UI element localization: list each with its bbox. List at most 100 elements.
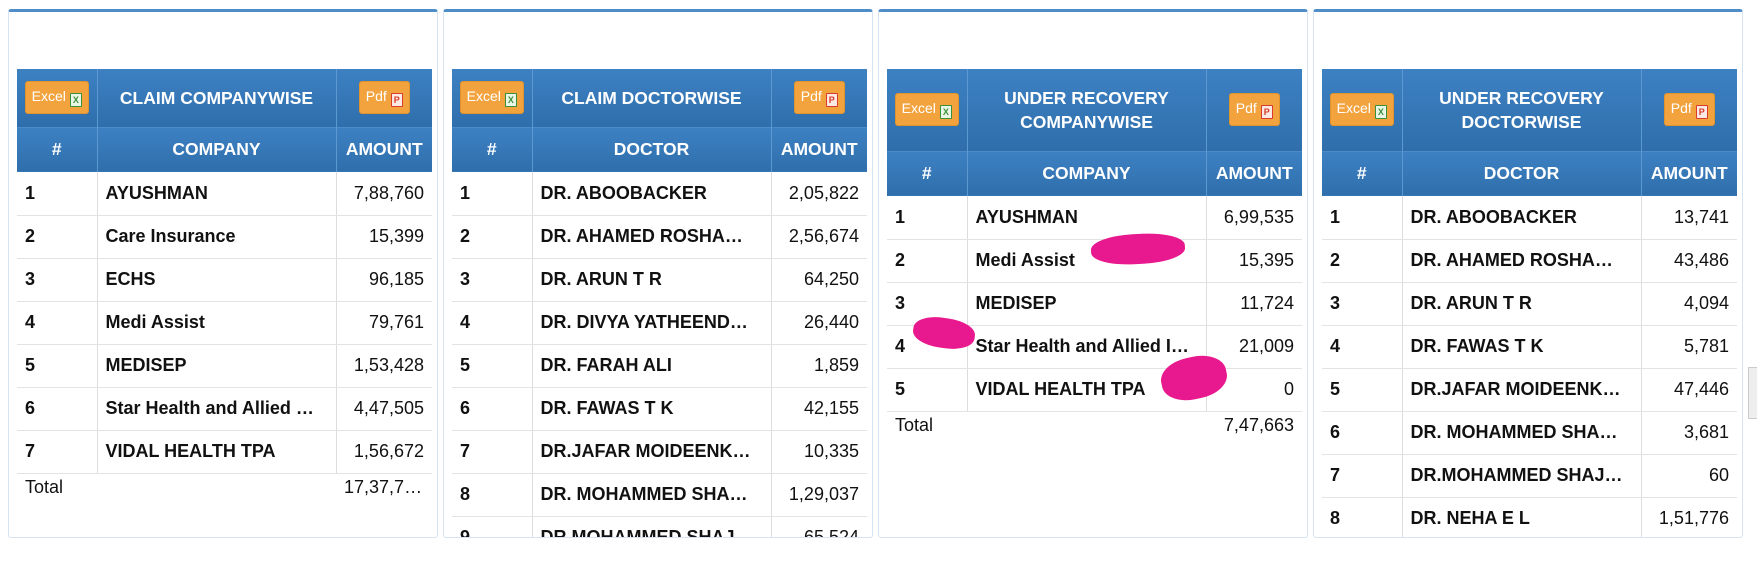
- under-recovery-companywise-panel: Excel X UNDER RECOVERY COMPANYWISE Pdf P #…: [878, 9, 1308, 538]
- row-doctor: DR.MOHAMMED SHAJ…: [1402, 454, 1642, 498]
- table-row[interactable]: 1 AYUSHMAN 6,99,535: [887, 196, 1302, 240]
- table-row[interactable]: 2 DR. AHAMED ROSHA… 43,486: [1322, 239, 1737, 283]
- row-index: 8: [1322, 497, 1403, 537]
- row-company: MEDISEP: [97, 344, 337, 388]
- total-amount: 7,47,663: [1223, 414, 1294, 435]
- row-company: VIDAL HEALTH TPA: [97, 430, 337, 474]
- row-amount: 96,185: [336, 258, 432, 302]
- claim-doctorwise-table: Excel X CLAIM DOCTORWISE Pdf P # DOCTOR AM…: [452, 69, 867, 537]
- row-amount: 79,761: [336, 301, 432, 345]
- pdf-button[interactable]: Pdf P: [358, 81, 410, 115]
- row-index: 4: [452, 301, 533, 345]
- table-row[interactable]: 3 DR. ARUN T R 4,094: [1322, 282, 1737, 326]
- excel-button[interactable]: Excel X: [894, 93, 959, 127]
- pdf-button[interactable]: Pdf P: [1228, 93, 1280, 127]
- table-row[interactable]: 4 Medi Assist 79,761: [17, 301, 432, 345]
- column-header-amount[interactable]: AMOUNT: [336, 126, 432, 172]
- table-row[interactable]: 6 Star Health and Allied … 4,47,505: [17, 387, 432, 431]
- table-row[interactable]: 8 DR. MOHAMMED SHA… 1,29,037: [452, 473, 867, 517]
- row-index: 8: [452, 473, 533, 517]
- row-amount: 42,155: [771, 387, 867, 431]
- pdf-file-icon: P: [825, 93, 838, 108]
- table-row[interactable]: 3 ECHS 96,185: [17, 258, 432, 302]
- total-label: Total: [895, 414, 934, 435]
- claim-companywise-table: Excel X CLAIM COMPANYWISE Pdf P # COMPANY …: [17, 69, 432, 503]
- column-header-company[interactable]: COMPANY: [967, 150, 1207, 196]
- row-doctor: DR.JAFAR MOIDEENK…: [1402, 368, 1642, 412]
- column-header-index[interactable]: #: [17, 126, 98, 172]
- row-amount: 15,395: [1206, 239, 1302, 283]
- pdf-cell: Pdf P: [336, 69, 432, 127]
- row-index: 4: [17, 301, 98, 345]
- table-row[interactable]: 1 DR. ABOOBACKER 2,05,822: [452, 172, 867, 216]
- table-row[interactable]: 5 DR.JAFAR MOIDEENK… 47,446: [1322, 368, 1737, 412]
- column-header-amount[interactable]: AMOUNT: [1641, 150, 1737, 196]
- table-row[interactable]: 5 VIDAL HEALTH TPA 0: [887, 368, 1302, 412]
- row-amount: 1,51,776: [1641, 497, 1737, 537]
- pdf-file-icon: P: [1695, 105, 1708, 120]
- under-recovery-doctorwise-panel: Excel X UNDER RECOVERY DOCTORWISE Pdf P # …: [1313, 9, 1743, 538]
- excel-cell: Excel X: [887, 69, 968, 151]
- row-company: Star Health and Allied I…: [967, 325, 1207, 369]
- table-row[interactable]: 7 DR.MOHAMMED SHAJ… 60: [1322, 454, 1737, 498]
- row-doctor: DR. DIVYA YATHEEND…: [532, 301, 772, 345]
- table-row[interactable]: 6 DR. MOHAMMED SHA… 3,681: [1322, 411, 1737, 455]
- row-amount: 64,250: [771, 258, 867, 302]
- row-index: 3: [17, 258, 98, 302]
- row-index: 1: [452, 172, 533, 216]
- column-header-index[interactable]: #: [452, 126, 533, 172]
- excel-file-icon: X: [1374, 105, 1387, 120]
- excel-file-icon: X: [504, 93, 517, 108]
- table-row[interactable]: 5 MEDISEP 1,53,428: [17, 344, 432, 388]
- panel-title: CLAIM COMPANYWISE: [97, 69, 337, 127]
- row-index: 2: [17, 215, 98, 259]
- excel-file-icon: X: [939, 105, 952, 120]
- table-row[interactable]: 5 DR. FARAH ALI 1,859: [452, 344, 867, 388]
- panel-title: UNDER RECOVERY COMPANYWISE: [967, 69, 1207, 151]
- pdf-file-icon: P: [1260, 105, 1273, 120]
- table-row[interactable]: 4 DR. DIVYA YATHEEND… 26,440: [452, 301, 867, 345]
- row-doctor: DR. NEHA E L: [1402, 497, 1642, 537]
- scrollbar-handle[interactable]: [1748, 367, 1757, 419]
- row-index: 1: [887, 196, 968, 240]
- row-amount: 2,05,822: [771, 172, 867, 216]
- column-header-doctor[interactable]: DOCTOR: [1402, 150, 1642, 196]
- row-company: AYUSHMAN: [97, 172, 337, 216]
- row-doctor: DR. FAWAS T K: [532, 387, 772, 431]
- pdf-button[interactable]: Pdf P: [793, 81, 845, 115]
- row-index: 2: [1322, 239, 1403, 283]
- pdf-cell: Pdf P: [1206, 69, 1302, 151]
- row-company: Care Insurance: [97, 215, 337, 259]
- column-header-index[interactable]: #: [1322, 150, 1403, 196]
- table-row[interactable]: 2 DR. AHAMED ROSHA… 2,56,674: [452, 215, 867, 259]
- excel-button[interactable]: Excel X: [1329, 93, 1394, 127]
- column-header-doctor[interactable]: DOCTOR: [532, 126, 772, 172]
- row-company: MEDISEP: [967, 282, 1207, 326]
- row-doctor: DR.MOHAMMED SHAJ…: [532, 516, 772, 537]
- excel-button[interactable]: Excel X: [459, 81, 524, 115]
- table-row[interactable]: 3 DR. ARUN T R 64,250: [452, 258, 867, 302]
- table-row[interactable]: 6 DR. FAWAS T K 42,155: [452, 387, 867, 431]
- column-header-amount[interactable]: AMOUNT: [1206, 150, 1302, 196]
- table-row[interactable]: 1 AYUSHMAN 7,88,760: [17, 172, 432, 216]
- row-company: ECHS: [97, 258, 337, 302]
- row-doctor: DR. ABOOBACKER: [532, 172, 772, 216]
- excel-cell: Excel X: [1322, 69, 1403, 151]
- panel-title: UNDER RECOVERY DOCTORWISE: [1402, 69, 1642, 151]
- table-row[interactable]: 2 Care Insurance 15,399: [17, 215, 432, 259]
- table-row[interactable]: 7 DR.JAFAR MOIDEENK… 10,335: [452, 430, 867, 474]
- column-header-amount[interactable]: AMOUNT: [771, 126, 867, 172]
- row-doctor: DR. FARAH ALI: [532, 344, 772, 388]
- column-header-index[interactable]: #: [887, 150, 968, 196]
- row-amount: 3,681: [1641, 411, 1737, 455]
- excel-button[interactable]: Excel X: [24, 81, 89, 115]
- table-row[interactable]: 1 DR. ABOOBACKER 13,741: [1322, 196, 1737, 240]
- table-row[interactable]: 4 DR. FAWAS T K 5,781: [1322, 325, 1737, 369]
- row-company: Star Health and Allied …: [97, 387, 337, 431]
- pdf-button[interactable]: Pdf P: [1663, 93, 1715, 127]
- row-amount: 1,56,672: [336, 430, 432, 474]
- table-row[interactable]: 9 DR.MOHAMMED SHAJ… 65,524: [452, 516, 867, 537]
- table-row[interactable]: 8 DR. NEHA E L 1,51,776: [1322, 497, 1737, 537]
- table-row[interactable]: 7 VIDAL HEALTH TPA 1,56,672: [17, 430, 432, 474]
- column-header-company[interactable]: COMPANY: [97, 126, 337, 172]
